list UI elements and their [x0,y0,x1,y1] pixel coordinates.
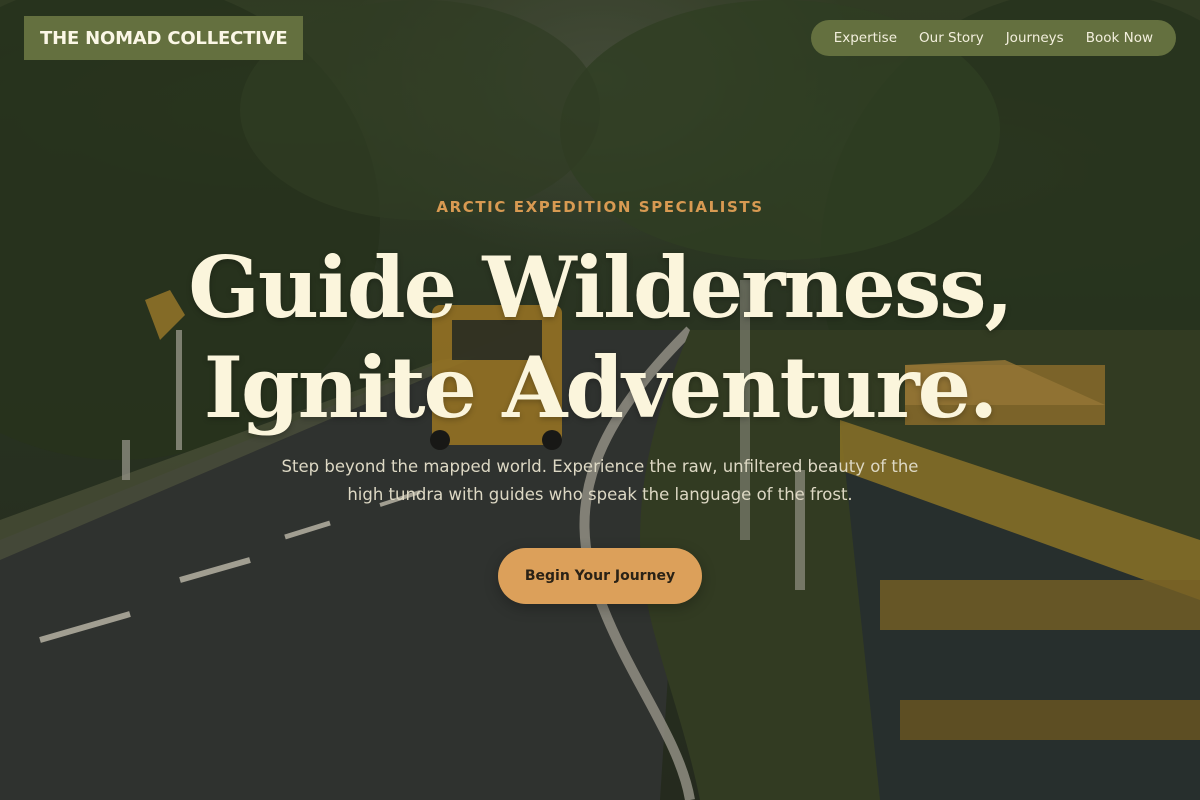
hero-headline-line-2: Ignite Adventure. [203,338,999,437]
brand-name: THE NOMAD COLLECTIVE [40,27,288,49]
nav-item-expertise[interactable]: Expertise [823,30,908,46]
nav-item-book-now[interactable]: Book Now [1075,30,1164,46]
brand-logo[interactable]: THE NOMAD COLLECTIVE [24,16,304,60]
hero-headline-line-1: Guide Wilderness, [188,238,1014,337]
nav-item-our-story[interactable]: Our Story [908,30,995,46]
hero-headline: Guide Wilderness, Ignite Adventure. [0,238,1200,438]
main-nav: Expertise Our Story Journeys Book Now [810,20,1176,56]
nav-item-journeys[interactable]: Journeys [995,30,1075,46]
begin-journey-button[interactable]: Begin Your Journey [498,548,702,604]
hero-eyebrow: ARCTIC EXPEDITION SPECIALISTS [436,198,764,216]
hero-subtitle: Step beyond the mapped world. Experience… [281,457,919,504]
